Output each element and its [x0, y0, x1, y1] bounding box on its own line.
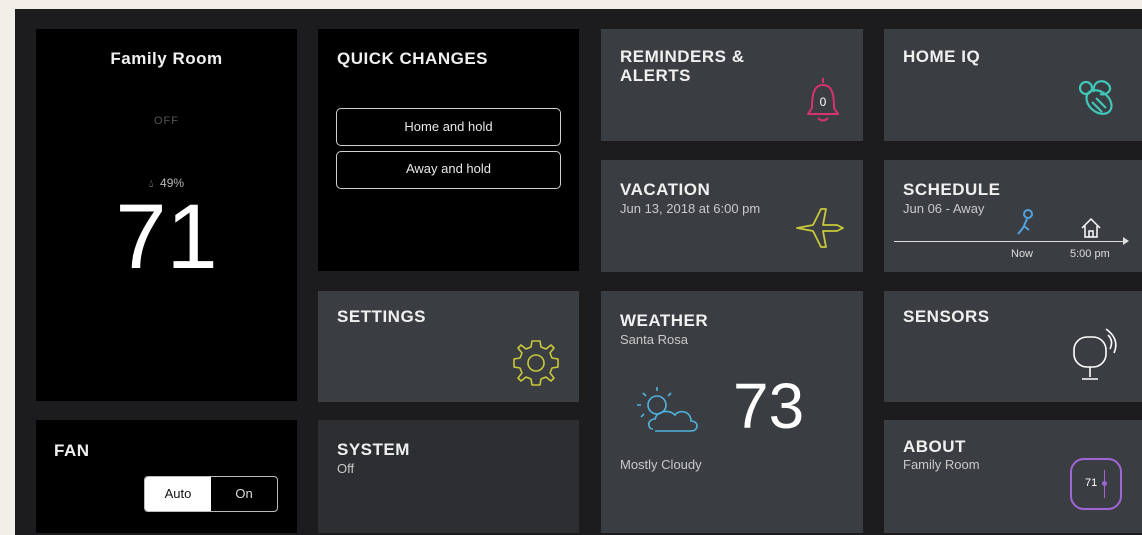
system-status: Off: [337, 461, 355, 476]
thermostat-device-value: 71: [1085, 477, 1098, 489]
system-title: SYSTEM: [337, 440, 410, 459]
fan-title: FAN: [54, 441, 90, 460]
weather-tile[interactable]: WEATHER Santa Rosa 73 Mostly Cloudy: [601, 291, 863, 533]
now-label: Now: [1011, 248, 1034, 260]
schedule-subtitle: Jun 06 - Away: [903, 201, 985, 216]
schedule-tile[interactable]: SCHEDULE Jun 06 - Away Now 5:00 pm: [884, 160, 1142, 272]
home-icon: [1081, 217, 1101, 238]
weather-location: Santa Rosa: [620, 332, 688, 347]
fan-tile: FAN Auto On: [36, 420, 297, 533]
reminders-alerts-tile[interactable]: REMINDERS & ALERTS 0: [601, 29, 863, 141]
alert-count: 0: [820, 95, 827, 109]
bell-icon: 0: [807, 78, 839, 122]
thermostat-device-icon: 71: [1070, 458, 1122, 510]
sensor-icon: [1073, 328, 1117, 380]
room-temperature: 71: [115, 186, 218, 288]
schedule-title: SCHEDULE: [903, 180, 1001, 199]
reminders-title-line1: REMINDERS &: [620, 47, 745, 66]
thermostat-slider-knob-icon: [1102, 481, 1107, 486]
home-iq-tile[interactable]: HOME IQ: [884, 29, 1142, 141]
settings-title: SETTINGS: [337, 307, 427, 326]
about-tile[interactable]: ABOUT Family Room 71: [884, 420, 1142, 533]
weather-temperature: 73: [733, 370, 805, 442]
sensors-tile[interactable]: SENSORS: [884, 291, 1142, 402]
vacation-title: VACATION: [620, 180, 711, 199]
home-and-hold-button[interactable]: Home and hold: [336, 108, 561, 146]
quick-changes-title: QUICK CHANGES: [337, 49, 489, 68]
vacation-tile[interactable]: VACATION Jun 13, 2018 at 6:00 pm: [601, 160, 863, 272]
bee-icon: [1078, 80, 1113, 115]
airplane-icon: [796, 208, 844, 248]
sensors-title: SENSORS: [903, 307, 990, 326]
fan-on-option[interactable]: On: [211, 477, 277, 511]
reminders-title-line2: ALERTS: [620, 66, 691, 85]
fan-mode-toggle: Auto On: [144, 476, 278, 512]
home-iq-title: HOME IQ: [903, 47, 981, 66]
family-room-title: Family Room: [110, 49, 223, 68]
system-tile[interactable]: SYSTEM Off: [318, 420, 579, 533]
timeline-arrow-icon: [1123, 237, 1129, 245]
weather-condition: Mostly Cloudy: [620, 457, 702, 472]
vacation-date: Jun 13, 2018 at 6:00 pm: [620, 201, 761, 216]
schedule-timeline: [894, 241, 1126, 242]
settings-tile[interactable]: SETTINGS: [318, 291, 579, 402]
family-room-tile[interactable]: Family Room OFF 💧︎ ⁨⁩ 49% 71: [36, 29, 297, 401]
about-subtitle: Family Room: [903, 457, 980, 472]
fan-auto-option[interactable]: Auto: [145, 477, 211, 511]
mode-label: OFF: [154, 115, 179, 127]
partly-cloudy-icon: [637, 387, 698, 432]
away-and-hold-button[interactable]: Away and hold: [336, 151, 561, 189]
quick-changes-tile: QUICK CHANGES Home and hold Away and hol…: [318, 29, 579, 271]
app-frame: Family Room OFF 💧︎ ⁨⁩ 49% 71 QUICK CHANG…: [15, 9, 1142, 535]
gear-icon: [513, 340, 559, 386]
about-title: ABOUT: [903, 437, 966, 456]
schedule-time-label: 5:00 pm: [1070, 248, 1110, 260]
weather-title: WEATHER: [620, 311, 709, 330]
person-marker-icon: [1017, 209, 1033, 235]
